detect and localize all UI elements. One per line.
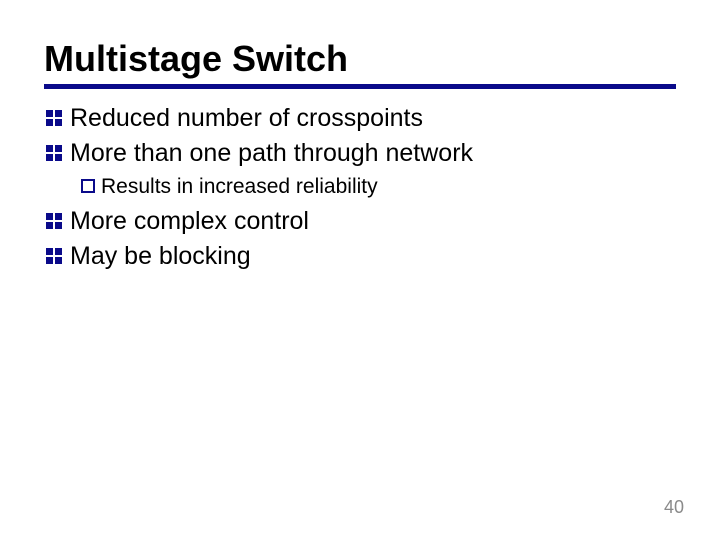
decorative-bullet-icon	[44, 108, 64, 128]
slide: Multistage Switch Reduced number of cros…	[0, 0, 720, 540]
list-item-text: May be blocking	[70, 241, 251, 272]
title-underline	[44, 84, 676, 89]
list-item: May be blocking	[44, 241, 676, 272]
list-item-text: More complex control	[70, 206, 309, 237]
sub-list-item-text: Results in increased reliability	[101, 174, 378, 200]
decorative-bullet-icon	[44, 143, 64, 163]
bullet-list: Reduced number of crosspoints More than …	[44, 103, 676, 272]
hollow-square-bullet-icon	[80, 178, 96, 194]
page-number: 40	[664, 497, 684, 518]
decorative-bullet-icon	[44, 211, 64, 231]
slide-title: Multistage Switch	[44, 38, 676, 80]
decorative-bullet-icon	[44, 246, 64, 266]
list-item: More complex control	[44, 206, 676, 237]
list-item-text: Reduced number of crosspoints	[70, 103, 423, 134]
list-item: More than one path through network	[44, 138, 676, 169]
sub-list-item: Results in increased reliability	[80, 174, 676, 200]
list-item-text: More than one path through network	[70, 138, 473, 169]
list-item: Reduced number of crosspoints	[44, 103, 676, 134]
